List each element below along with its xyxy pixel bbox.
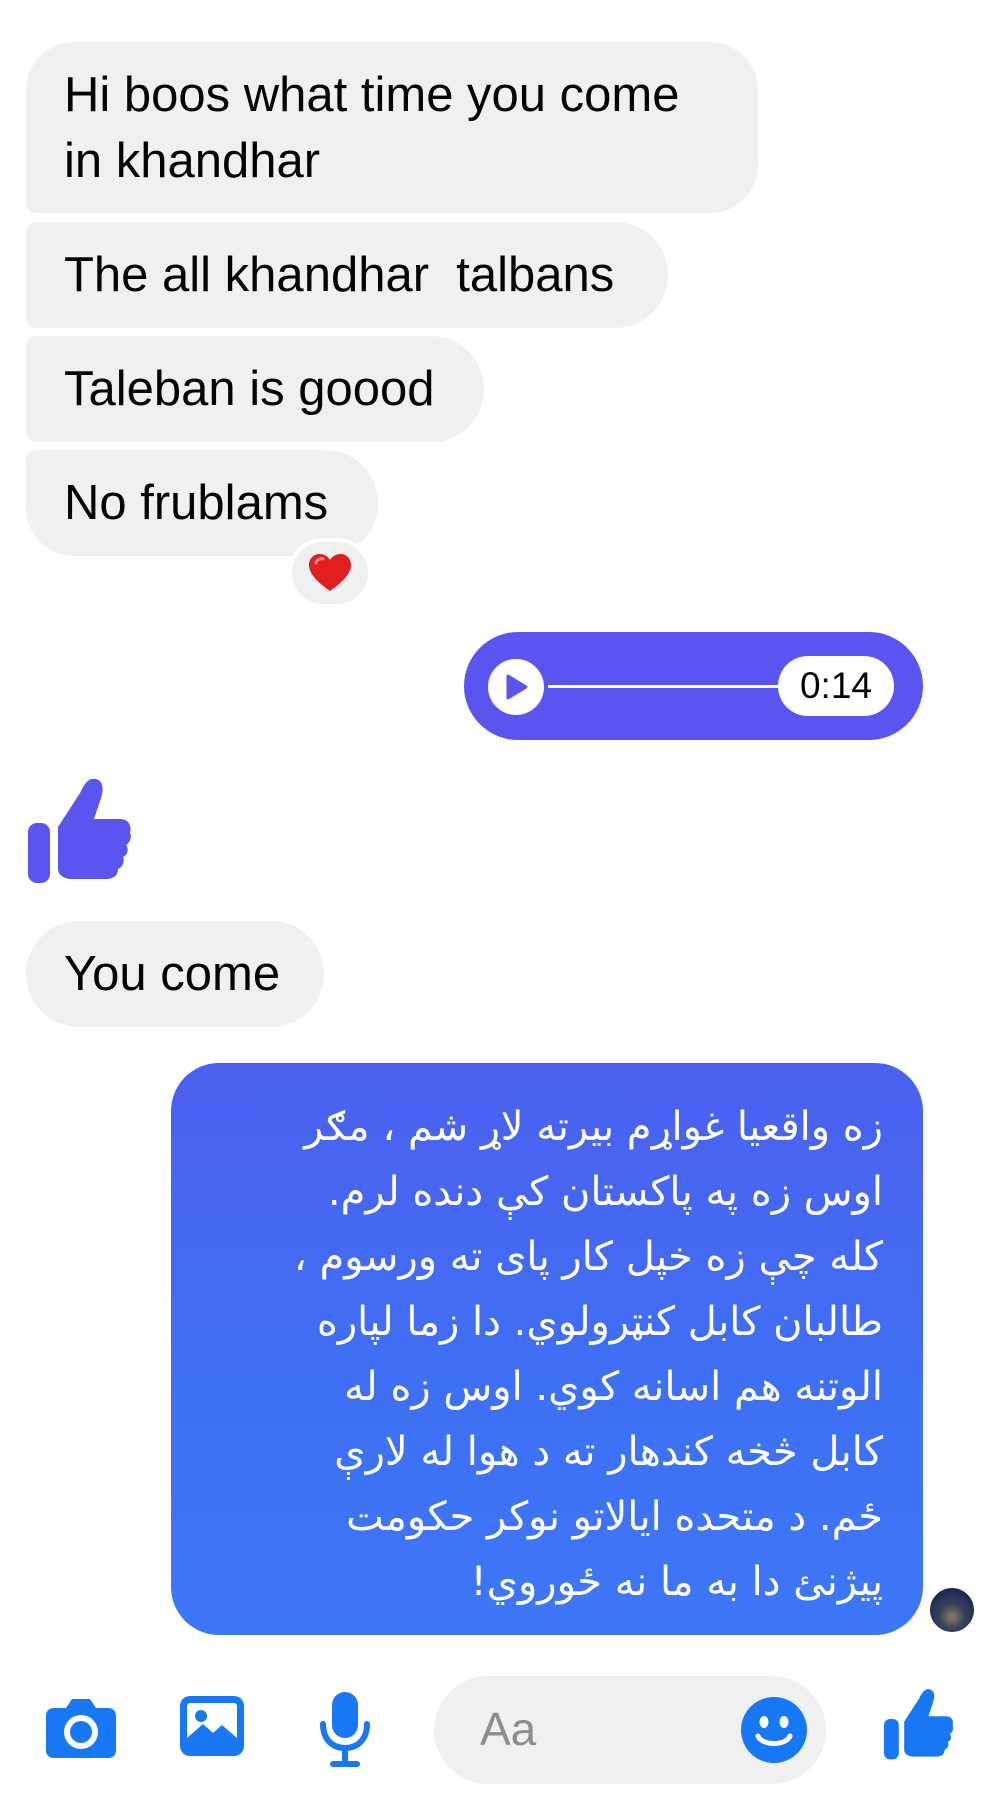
thumbs-up-sticker[interactable] xyxy=(28,775,132,888)
heart-icon xyxy=(309,554,351,591)
incoming-message[interactable]: You come xyxy=(26,921,324,1027)
message-text: Hi boos what time you come in khandhar xyxy=(64,68,680,188)
send-like-button[interactable] xyxy=(884,1686,954,1760)
message-text: The all khandhar talbans xyxy=(64,248,615,302)
message-text: No frublams xyxy=(64,476,329,530)
microphone-icon xyxy=(320,1692,370,1767)
incoming-message[interactable]: The all khandhar talbans xyxy=(26,222,668,328)
camera-icon xyxy=(46,1699,116,1758)
audio-duration: 0:14 xyxy=(778,656,894,716)
play-button[interactable] xyxy=(488,659,544,715)
microphone-button[interactable] xyxy=(318,1690,372,1768)
seen-avatar xyxy=(928,1586,976,1634)
message-input[interactable]: Aa xyxy=(434,1676,826,1784)
play-icon xyxy=(506,674,528,700)
message-text: Taleban is goood xyxy=(64,362,435,416)
incoming-message[interactable]: Hi boos what time you come in khandhar xyxy=(26,42,758,213)
thumbs-up-icon xyxy=(28,778,131,883)
camera-button[interactable] xyxy=(44,1696,118,1760)
outgoing-message[interactable]: زه واقعیا غواړم بیرته لاړ شم ، مګر اوس ز… xyxy=(171,1063,923,1635)
emoji-button[interactable] xyxy=(740,1696,808,1764)
composer-bar: Aa xyxy=(0,1660,995,1808)
incoming-message[interactable]: Taleban is goood xyxy=(26,336,484,442)
message-text: You come xyxy=(64,947,281,1001)
message-input-placeholder: Aa xyxy=(480,1703,537,1755)
thumbs-up-icon xyxy=(884,1689,954,1760)
voice-message[interactable]: 0:14 xyxy=(464,632,923,740)
gallery-button[interactable] xyxy=(178,1694,246,1758)
heart-reaction[interactable] xyxy=(288,538,372,608)
emoji-icon xyxy=(741,1697,807,1763)
image-icon xyxy=(180,1696,244,1756)
